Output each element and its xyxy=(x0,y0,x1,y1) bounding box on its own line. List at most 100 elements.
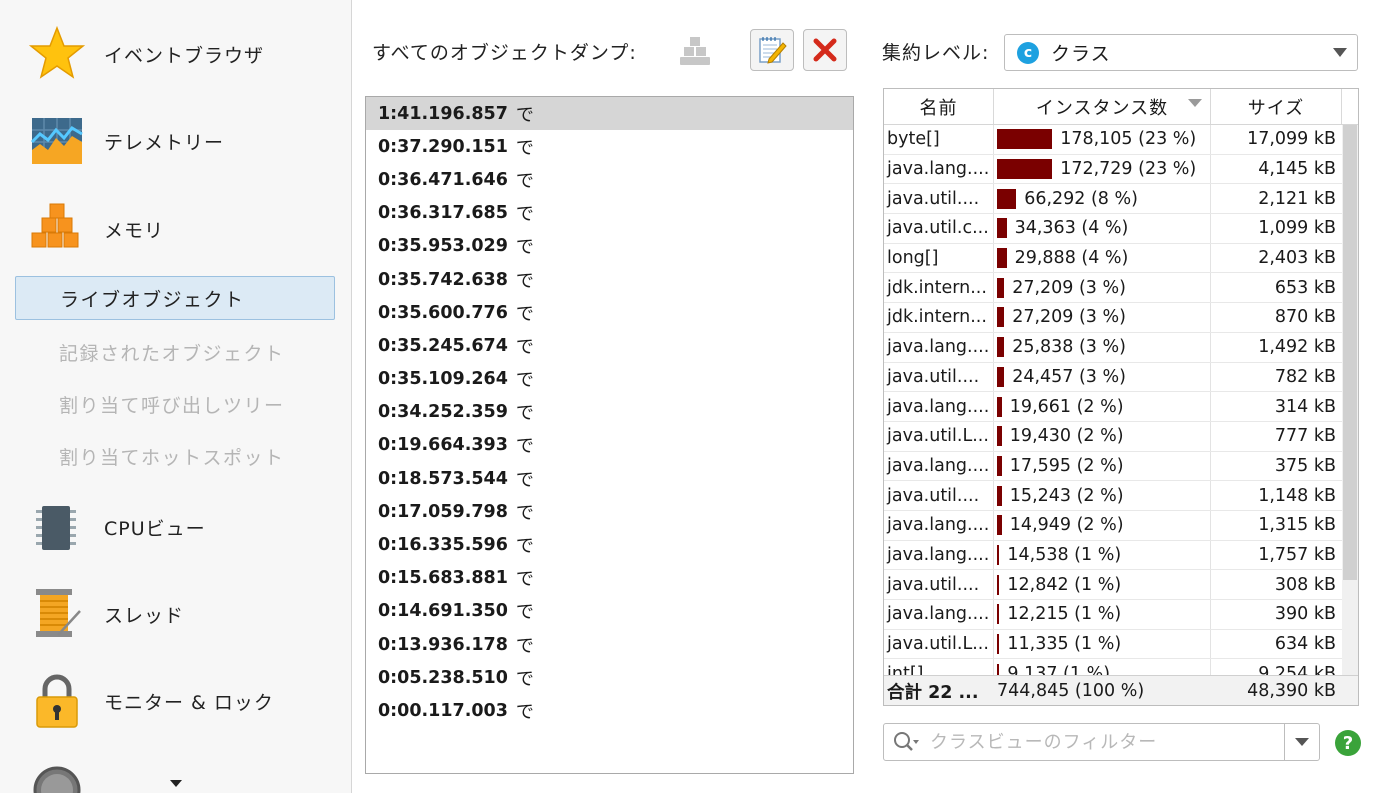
dump-time: 0:15.683.881 xyxy=(378,568,508,589)
nav-item-threads[interactable]: スレッド xyxy=(0,574,351,654)
filter-input[interactable] xyxy=(928,730,1282,754)
table-row[interactable]: int[] 9,137 (1 %) 9,254 kB xyxy=(884,659,1342,675)
edit-dump-button[interactable] xyxy=(750,29,794,71)
dump-time: 0:05.238.510 xyxy=(378,667,508,688)
dump-list-item[interactable]: 0:35.953.029 で xyxy=(366,230,853,263)
telemetry-icon xyxy=(30,118,83,164)
dump-list-item[interactable]: 0:35.245.674 で xyxy=(366,329,853,362)
subnav-allocation-call-tree[interactable]: 割り当て呼び出しツリー xyxy=(15,382,335,426)
instance-count-cell: 19,661 (2 %) xyxy=(994,392,1211,421)
dump-list-item[interactable]: 0:37.290.151 で xyxy=(366,130,853,163)
class-table: 名前 インスタンス数 サイズ byte[] 178,105 (23 %) 17,09… xyxy=(883,88,1359,706)
size-cell: 870 kB xyxy=(1274,307,1336,328)
dump-list-item[interactable]: 0:35.600.776 で xyxy=(366,296,853,329)
size-cell: 9,254 kB xyxy=(1258,663,1336,675)
dump-list-item[interactable]: 0:35.109.264 で xyxy=(366,363,853,396)
dump-list-item[interactable]: 0:36.471.646 で xyxy=(366,163,853,196)
dump-list-item[interactable]: 0:14.691.350 で xyxy=(366,595,853,628)
subnav-allocation-hot-spots[interactable]: 割り当てホットスポット xyxy=(15,434,335,478)
class-name-cell: java.util.... xyxy=(884,570,994,599)
dump-list-item[interactable]: 1:41.196.857 で xyxy=(366,97,853,131)
instance-percentage-bar xyxy=(997,337,1005,358)
table-row[interactable]: java.lang.... 14,538 (1 %) 1,757 kB xyxy=(884,540,1342,571)
table-row[interactable]: java.lang.... 14,949 (2 %) 1,315 kB xyxy=(884,510,1342,541)
instance-count-text: 24,457 (3 %) xyxy=(1012,366,1126,387)
dump-list-item[interactable]: 0:13.936.178 で xyxy=(366,628,853,661)
dump-list-item[interactable]: 0:34.252.359 で xyxy=(366,396,853,429)
dropdown-arrow-icon xyxy=(1333,48,1347,57)
size-cell: 1,148 kB xyxy=(1258,485,1336,506)
dump-list-item[interactable]: 0:18.573.544 で xyxy=(366,462,853,495)
nav-label: メモリ xyxy=(104,219,165,242)
instance-count-text: 19,661 (2 %) xyxy=(1009,396,1124,417)
dump-list-item[interactable]: 0:19.664.393 で xyxy=(366,429,853,462)
class-name-cell: java.util.... xyxy=(884,362,994,392)
size-cell: 390 kB xyxy=(1274,604,1336,625)
table-row[interactable]: java.lang.... 172,729 (23 %) 4,145 kB xyxy=(884,154,1342,185)
table-row[interactable]: java.util.L... 19,430 (2 %) 777 kB xyxy=(884,421,1342,452)
table-row[interactable]: jdk.intern... 27,209 (3 %) 653 kB xyxy=(884,273,1342,304)
aggregation-level-select[interactable]: c クラス xyxy=(1004,34,1358,71)
subnav-live-objects[interactable]: ライブオブジェクト xyxy=(15,276,335,320)
instance-count-text: 9,137 (1 %) xyxy=(1007,663,1111,675)
size-cell: 375 kB xyxy=(1274,455,1336,476)
dump-list-item[interactable]: 0:36.317.685 で xyxy=(366,197,853,230)
dump-list-item[interactable]: 0:15.683.881 で xyxy=(366,562,853,595)
total-size: 48,390 kB xyxy=(1247,681,1336,701)
scrollbar-thumb[interactable] xyxy=(1343,125,1357,580)
dump-list-item[interactable]: 0:05.238.510 で xyxy=(366,661,853,694)
search-icon[interactable] xyxy=(892,730,922,754)
dump-suffix: で xyxy=(515,104,534,126)
subnav-recorded-objects[interactable]: 記録されたオブジェクト xyxy=(15,330,335,374)
table-row[interactable]: java.lang.... 25,838 (3 %) 1,492 kB xyxy=(884,332,1342,363)
instance-percentage-bar xyxy=(997,188,1017,209)
column-header-name[interactable]: 名前 xyxy=(884,89,994,124)
table-row[interactable]: java.util.... 12,842 (1 %) 308 kB xyxy=(884,570,1342,600)
table-row[interactable]: jdk.intern... 27,209 (3 %) 870 kB xyxy=(884,303,1342,333)
column-header-instance-count[interactable]: インスタンス数 xyxy=(994,89,1211,124)
table-row[interactable]: java.lang.... 17,595 (2 %) 375 kB xyxy=(884,451,1342,482)
class-name-cell: java.lang.... xyxy=(884,154,994,184)
dump-suffix: で xyxy=(515,270,534,292)
table-row[interactable]: java.util.... 66,292 (8 %) 2,121 kB xyxy=(884,184,1342,215)
nav-item-memory[interactable]: メモリ xyxy=(0,189,351,269)
table-row[interactable]: java.util.... 15,243 (2 %) 1,148 kB xyxy=(884,481,1342,511)
dump-list-item[interactable]: 0:17.059.798 で xyxy=(366,495,853,528)
size-cell: 782 kB xyxy=(1274,366,1336,387)
dump-time: 0:16.335.596 xyxy=(378,535,508,556)
dump-suffix: で xyxy=(515,204,534,226)
column-header-size[interactable]: サイズ xyxy=(1211,89,1342,124)
table-row[interactable]: java.util.c... 34,363 (4 %) 1,099 kB xyxy=(884,214,1342,244)
instance-count-text: 14,949 (2 %) xyxy=(1009,515,1124,536)
instance-count-text: 34,363 (4 %) xyxy=(1014,218,1129,239)
size-cell: 777 kB xyxy=(1274,426,1336,447)
table-row[interactable]: long[] 29,888 (4 %) 2,403 kB xyxy=(884,243,1342,274)
size-cell: 308 kB xyxy=(1274,574,1336,595)
help-icon[interactable]: ? xyxy=(1335,730,1361,756)
nav-item-telemetry[interactable]: テレメトリー xyxy=(0,101,351,181)
instance-count-cell: 9,137 (1 %) xyxy=(994,659,1211,675)
dump-list-item[interactable]: 0:16.335.596 で xyxy=(366,528,853,561)
nav-item-monitors-locks[interactable]: モニター & ロック xyxy=(0,661,351,741)
instance-count-cell: 11,335 (1 %) xyxy=(994,629,1211,659)
chevron-down-icon[interactable] xyxy=(170,780,182,788)
nav-label: モニター & ロック xyxy=(104,691,274,714)
delete-dump-button[interactable] xyxy=(803,29,847,71)
heap-dump-icon xyxy=(680,37,710,65)
table-row[interactable]: java.util.L... 11,335 (1 %) 634 kB xyxy=(884,629,1342,660)
class-name-cell: int[] xyxy=(884,659,994,675)
table-row[interactable]: byte[] 178,105 (23 %) 17,099 kB xyxy=(884,125,1342,155)
table-row[interactable]: java.util.... 24,457 (3 %) 782 kB xyxy=(884,362,1342,393)
instance-count-text: 15,243 (2 %) xyxy=(1009,485,1124,506)
filter-dropdown-button[interactable] xyxy=(1284,724,1319,760)
instance-percentage-bar xyxy=(997,485,1002,506)
dump-list-item[interactable]: 0:00.117.003 で xyxy=(366,694,853,727)
dump-time: 0:17.059.798 xyxy=(378,501,508,522)
table-row[interactable]: java.lang.... 19,661 (2 %) 314 kB xyxy=(884,392,1342,422)
nav-item-event-browser[interactable]: イベントブラウザ xyxy=(0,14,351,94)
take-dump-button[interactable] xyxy=(673,29,717,71)
vertical-scrollbar[interactable] xyxy=(1342,125,1358,675)
table-row[interactable]: java.lang.... 12,215 (1 %) 390 kB xyxy=(884,600,1342,630)
nav-item-cpu-views[interactable]: CPUビュー xyxy=(0,487,351,567)
dump-list-item[interactable]: 0:35.742.638 で xyxy=(366,263,853,296)
